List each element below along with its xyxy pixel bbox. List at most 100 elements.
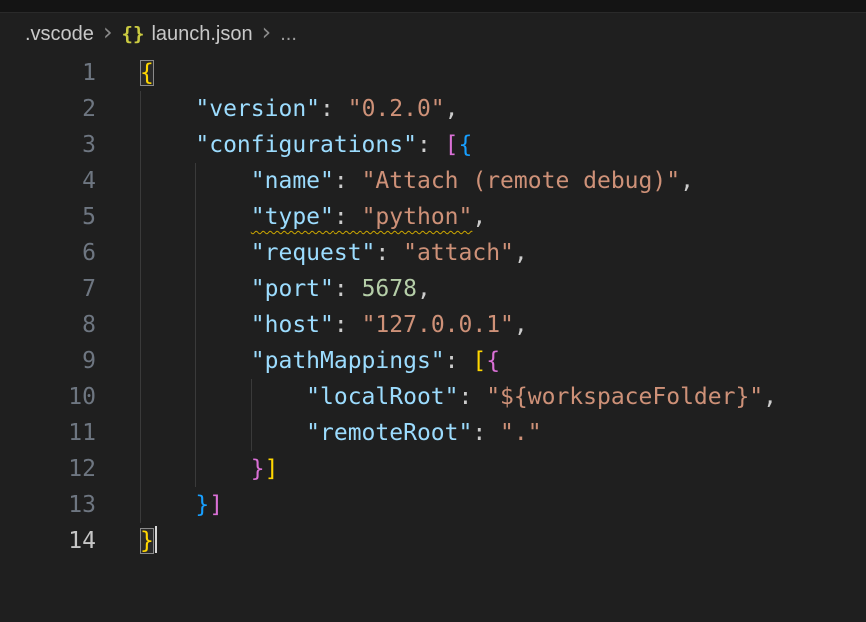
code-line[interactable]: 1{ [0, 55, 866, 91]
indent-guide [195, 199, 196, 235]
code-token: , [445, 96, 459, 122]
code-token: "type" [251, 204, 334, 230]
chevron-right-icon: › [103, 20, 113, 44]
breadcrumb: .vscode › {} launch.json › ... [0, 13, 866, 55]
code-content: } [140, 523, 157, 559]
indent-guide [140, 343, 141, 379]
code-token: "request" [251, 240, 376, 266]
indent-guide [140, 451, 141, 487]
code-token: ] [265, 456, 279, 482]
code-content: { [140, 55, 154, 91]
code-token: "python" [362, 204, 473, 230]
indent-guide [140, 163, 141, 199]
code-token: : [459, 384, 487, 410]
breadcrumb-file-label: launch.json [151, 23, 252, 46]
line-number[interactable]: 3 [0, 127, 96, 163]
code-token: "port" [251, 276, 334, 302]
code-token: "localRoot" [306, 384, 458, 410]
indent-guide [195, 451, 196, 487]
indent-guide [251, 415, 252, 451]
code-token: { [486, 348, 500, 374]
code-token: : [334, 276, 362, 302]
code-token: } [251, 456, 265, 482]
line-number[interactable]: 14 [0, 523, 96, 559]
code-token [140, 96, 195, 122]
code-token: , [472, 204, 486, 230]
indent-guide [140, 91, 141, 127]
code-token: , [514, 312, 528, 338]
code-line[interactable]: 11 "remoteRoot": "." [0, 415, 866, 451]
code-line[interactable]: 9 "pathMappings": [{ [0, 343, 866, 379]
code-token [140, 384, 306, 410]
code-token: "host" [251, 312, 334, 338]
code-token: "${workspaceFolder}" [486, 384, 763, 410]
code-token: , [680, 168, 694, 194]
indent-guide [140, 235, 141, 271]
line-number[interactable]: 10 [0, 379, 96, 415]
matched-bracket: } [140, 528, 154, 554]
indent-guide [140, 271, 141, 307]
code-token: } [195, 492, 209, 518]
editor[interactable]: 1{2 "version": "0.2.0",3 "configurations… [0, 55, 866, 559]
code-token: "127.0.0.1" [362, 312, 514, 338]
indent-guide [195, 343, 196, 379]
code-line[interactable]: 7 "port": 5678, [0, 271, 866, 307]
code-line[interactable]: 6 "request": "attach", [0, 235, 866, 271]
line-number[interactable]: 4 [0, 163, 96, 199]
code-token [140, 132, 195, 158]
code-token: [ [472, 348, 486, 374]
breadcrumb-item-folder[interactable]: .vscode [25, 23, 94, 46]
indent-guide [195, 163, 196, 199]
code-content: "pathMappings": [{ [140, 343, 500, 379]
code-line[interactable]: 4 "name": "Attach (remote debug)", [0, 163, 866, 199]
line-number[interactable]: 12 [0, 451, 96, 487]
code-token: 5678 [362, 276, 417, 302]
indent-guide [195, 271, 196, 307]
code-line[interactable]: 5 "type": "python", [0, 199, 866, 235]
json-file-icon: {} [122, 23, 145, 45]
line-number[interactable]: 9 [0, 343, 96, 379]
breadcrumb-item-file[interactable]: {} launch.json [122, 23, 253, 46]
code-token: "Attach (remote debug)" [362, 168, 681, 194]
code-token: "0.2.0" [348, 96, 445, 122]
code-token: , [763, 384, 777, 410]
chevron-right-icon: › [262, 20, 272, 44]
code-content: "type": "python", [140, 199, 486, 235]
code-line[interactable]: 14} [0, 523, 866, 559]
indent-guide [140, 307, 141, 343]
code-line[interactable]: 13 }] [0, 487, 866, 523]
code-token: : [375, 240, 403, 266]
code-content: "localRoot": "${workspaceFolder}", [140, 379, 777, 415]
code-token: : [334, 204, 362, 230]
code-token: ] [209, 492, 223, 518]
code-token [140, 492, 195, 518]
code-content: "port": 5678, [140, 271, 431, 307]
line-number[interactable]: 5 [0, 199, 96, 235]
tab-bar [0, 0, 866, 13]
code-token: : [320, 96, 348, 122]
code-line[interactable]: 2 "version": "0.2.0", [0, 91, 866, 127]
code-token: : [334, 168, 362, 194]
code-content: "request": "attach", [140, 235, 528, 271]
line-number[interactable]: 6 [0, 235, 96, 271]
line-number[interactable]: 1 [0, 55, 96, 91]
indent-guide [195, 415, 196, 451]
indent-guide [195, 379, 196, 415]
line-number[interactable]: 8 [0, 307, 96, 343]
code-token: , [514, 240, 528, 266]
line-number[interactable]: 11 [0, 415, 96, 451]
line-number[interactable]: 7 [0, 271, 96, 307]
line-number[interactable]: 13 [0, 487, 96, 523]
code-line[interactable]: 12 }] [0, 451, 866, 487]
code-line[interactable]: 3 "configurations": [{ [0, 127, 866, 163]
code-token: "configurations" [195, 132, 417, 158]
code-line[interactable]: 8 "host": "127.0.0.1", [0, 307, 866, 343]
breadcrumb-item-symbols[interactable]: ... [280, 23, 297, 46]
line-number[interactable]: 2 [0, 91, 96, 127]
code-content: }] [140, 451, 279, 487]
indent-guide [195, 235, 196, 271]
indent-guide [140, 415, 141, 451]
indent-guide [140, 127, 141, 163]
code-line[interactable]: 10 "localRoot": "${workspaceFolder}", [0, 379, 866, 415]
code-token: , [417, 276, 431, 302]
